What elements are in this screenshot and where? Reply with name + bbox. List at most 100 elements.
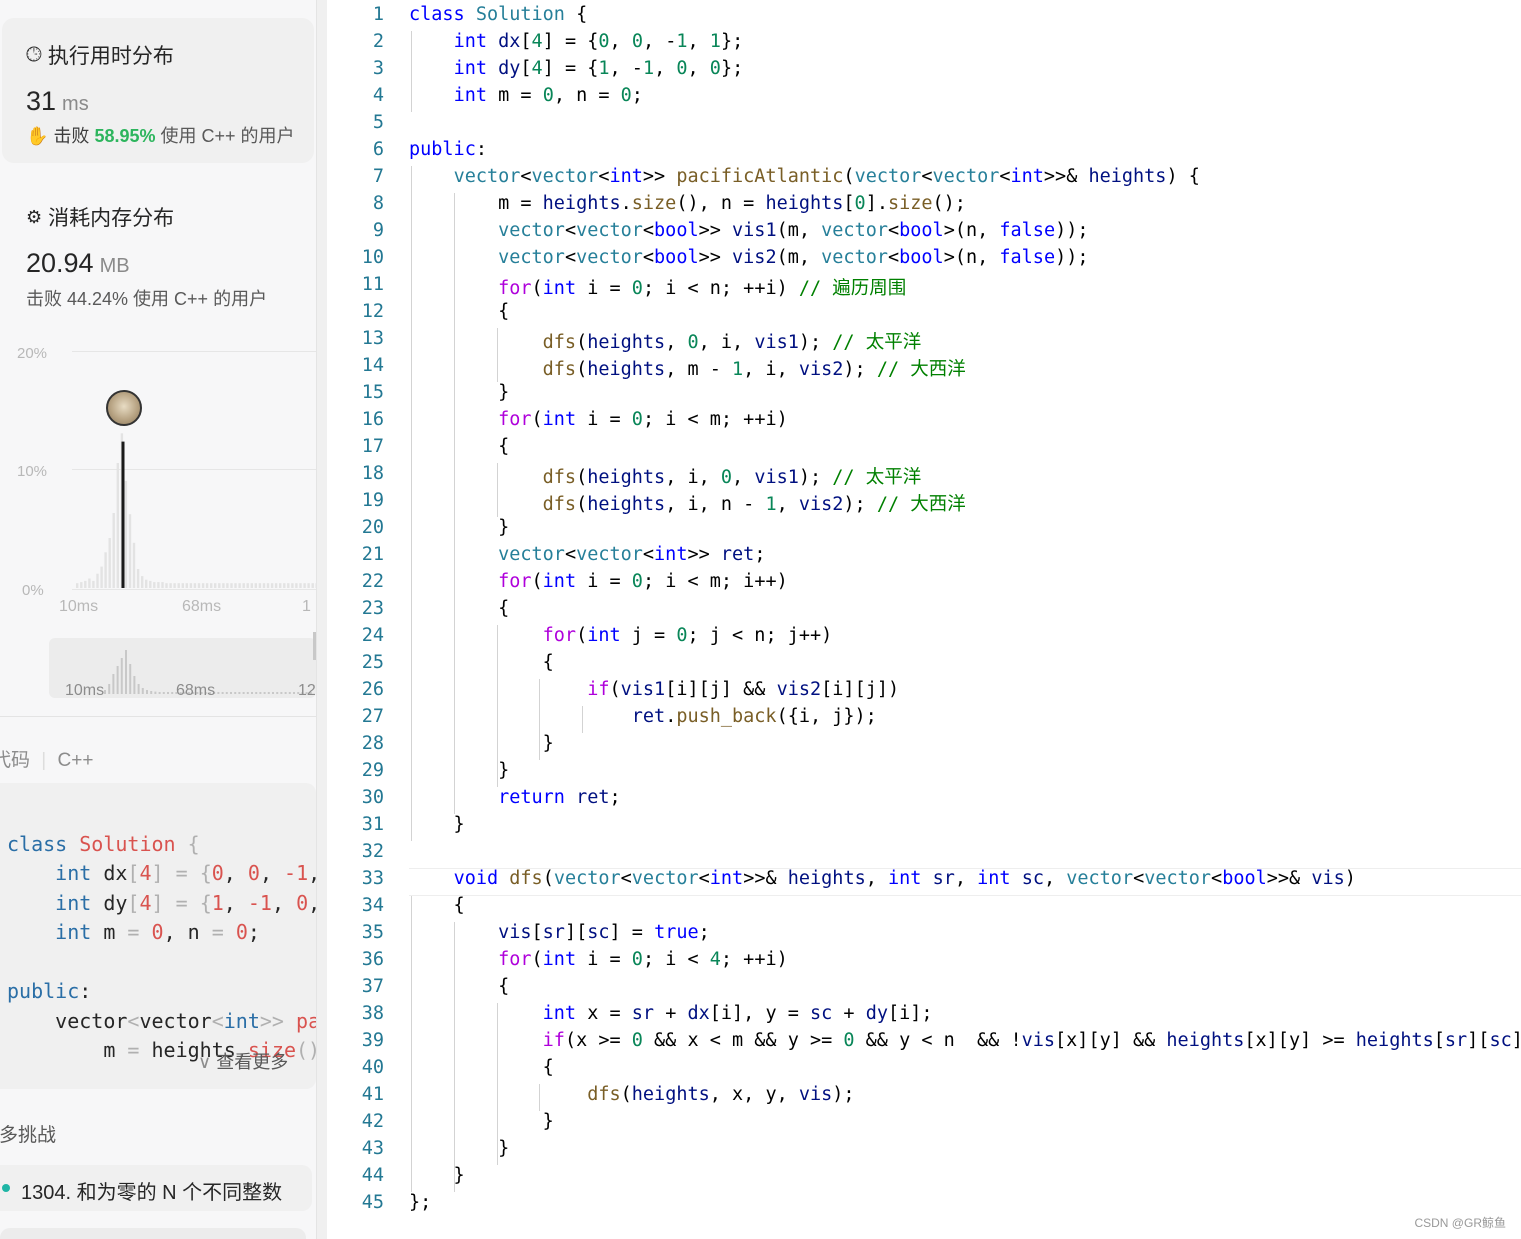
code-line[interactable]: } [409, 1138, 509, 1159]
code-line[interactable]: class Solution { [409, 4, 587, 25]
runtime-beat-suffix: 使用 C++ 的用户 [160, 126, 295, 146]
code-line[interactable]: { [409, 1057, 554, 1078]
histogram-bar [270, 583, 274, 588]
runtime-beat-pct: 58.95% [94, 126, 156, 146]
code-line[interactable]: if(vis1[i][j] && vis2[i][j]) [409, 679, 899, 700]
code-line[interactable]: for(int i = 0; i < n; ++i) // 遍历周围 [409, 274, 906, 300]
code-line[interactable]: dfs(heights, i, n - 1, vis2); // 大西洋 [409, 490, 966, 516]
line-number: 34 [361, 895, 384, 916]
code-line[interactable]: ret.push_back({i, j}); [409, 706, 877, 727]
histogram-bar [128, 514, 132, 588]
mini-bar [167, 692, 169, 694]
mini-bar [158, 692, 161, 694]
line-number: 35 [361, 922, 384, 943]
mini-bar [251, 692, 253, 694]
histogram-bar [173, 583, 176, 588]
highlight-bar[interactable] [121, 441, 125, 588]
code-line[interactable]: vector<vector<int>> pacificAtlantic(vect… [409, 166, 1200, 187]
view-more-button[interactable]: ∨ 查看更多 [198, 1048, 288, 1074]
mini-bar [108, 684, 111, 694]
code-line[interactable]: void dfs(vector<vector<int>>& heights, i… [409, 868, 1356, 889]
histogram-bar [132, 542, 136, 588]
line-number: 30 [361, 787, 384, 808]
code-line[interactable]: { [409, 301, 509, 322]
line-number: 36 [361, 949, 384, 970]
histogram-bar [299, 583, 302, 588]
code-line[interactable]: if(x >= 0 && x < m && y >= 0 && y < n &&… [409, 1030, 1521, 1051]
code-line[interactable]: } [409, 1165, 465, 1186]
chip-icon: ⚙ [26, 206, 43, 227]
code-line[interactable]: { [409, 895, 465, 916]
code-preview-line: class Solution { [7, 831, 200, 856]
mini-bar [230, 692, 232, 694]
code-line[interactable]: vector<vector<int>> ret; [409, 544, 765, 565]
code-line[interactable]: int dy[4] = {1, -1, 0, 0}; [409, 58, 744, 79]
histogram-bar [177, 583, 180, 588]
code-line[interactable]: m = heights.size(), n = heights[0].size(… [409, 193, 966, 214]
code-line[interactable]: } [409, 814, 465, 835]
histogram-bar [193, 583, 197, 588]
code-line[interactable]: for(int i = 0; i < m; ++i) [409, 409, 788, 430]
mini-bar [276, 692, 279, 694]
code-line[interactable]: dfs(heights, m - 1, i, vis2); // 大西洋 [409, 355, 966, 381]
code-tab[interactable]: 代码 | C++ [0, 745, 93, 772]
line-number: 40 [361, 1057, 384, 1078]
memory-beat: 击败 44.24% 使用 C++ 的用户 [26, 289, 268, 309]
code-line[interactable]: vector<vector<bool>> vis1(m, vector<bool… [409, 220, 1088, 241]
code-line[interactable]: { [409, 976, 509, 997]
code-line[interactable]: dfs(heights, i, 0, vis1); // 太平洋 [409, 463, 922, 489]
code-line[interactable]: int m = 0, n = 0; [409, 85, 643, 106]
line-number: 29 [361, 760, 384, 781]
code-line[interactable]: int x = sr + dx[i], y = sc + dy[i]; [409, 1003, 933, 1024]
code-line[interactable]: for(int j = 0; j < n; j++) [409, 625, 833, 646]
histogram-bar [287, 583, 290, 588]
code-line[interactable]: public: [409, 139, 487, 160]
histogram-bar [283, 583, 286, 588]
code-line[interactable]: vis[sr][sc] = true; [409, 922, 710, 943]
code-line[interactable]: } [409, 1111, 554, 1132]
line-number: 45 [361, 1192, 384, 1213]
code-line[interactable]: } [409, 517, 509, 538]
code-line[interactable]: dfs(heights, x, y, vis); [409, 1084, 854, 1105]
code-line[interactable]: { [409, 436, 509, 457]
line-number: 28 [361, 733, 384, 754]
histogram-bar [104, 552, 107, 588]
memory-title[interactable]: ⚙ 消耗内存分布 [26, 202, 174, 232]
code-preview-line: public: [7, 979, 92, 1003]
histogram-bar [250, 583, 253, 588]
code-line[interactable]: { [409, 652, 554, 673]
line-number: 22 [361, 571, 384, 592]
code-line[interactable]: vector<vector<bool>> vis2(m, vector<bool… [409, 247, 1088, 268]
code-line[interactable]: int dx[4] = {0, 0, -1, 1}; [409, 31, 744, 52]
line-number: 19 [361, 490, 384, 511]
code-line[interactable]: for(int i = 0; i < m; i++) [409, 571, 788, 592]
histogram-bar [108, 538, 111, 588]
mini-bar [284, 692, 287, 694]
next-card [0, 1228, 306, 1239]
histogram-bar [84, 580, 87, 588]
mini-bar [125, 650, 127, 694]
runtime-histogram[interactable] [72, 350, 316, 590]
histogram-bar [254, 583, 257, 588]
code-line[interactable]: } [409, 760, 509, 781]
mini-x-tick: 10ms [65, 682, 105, 699]
code-line[interactable]: }; [409, 1192, 431, 1213]
code-line[interactable]: dfs(heights, 0, i, vis1); // 太平洋 [409, 328, 922, 354]
y-tick-label: 0% [22, 582, 44, 599]
code-editor[interactable]: 1 class Solution {2 int dx[4] = {0, 0, -1… [326, 0, 1521, 1239]
line-number: 39 [361, 1030, 384, 1051]
histogram-bar [210, 583, 213, 588]
histogram-bar [274, 583, 278, 588]
code-line[interactable]: return ret; [409, 787, 621, 808]
mini-bar [293, 692, 295, 694]
code-line[interactable]: { [409, 598, 509, 619]
mini-bar [259, 692, 262, 694]
clock-icon: 🕒︎ [26, 43, 42, 66]
code-line[interactable]: } [409, 382, 509, 403]
code-line[interactable]: for(int i = 0; i < 4; ++i) [409, 949, 788, 970]
mini-bar [280, 692, 283, 694]
line-number: 7 [372, 166, 384, 187]
histogram-bar [189, 583, 193, 588]
code-line[interactable]: } [409, 733, 554, 754]
histogram-bar [169, 583, 172, 588]
